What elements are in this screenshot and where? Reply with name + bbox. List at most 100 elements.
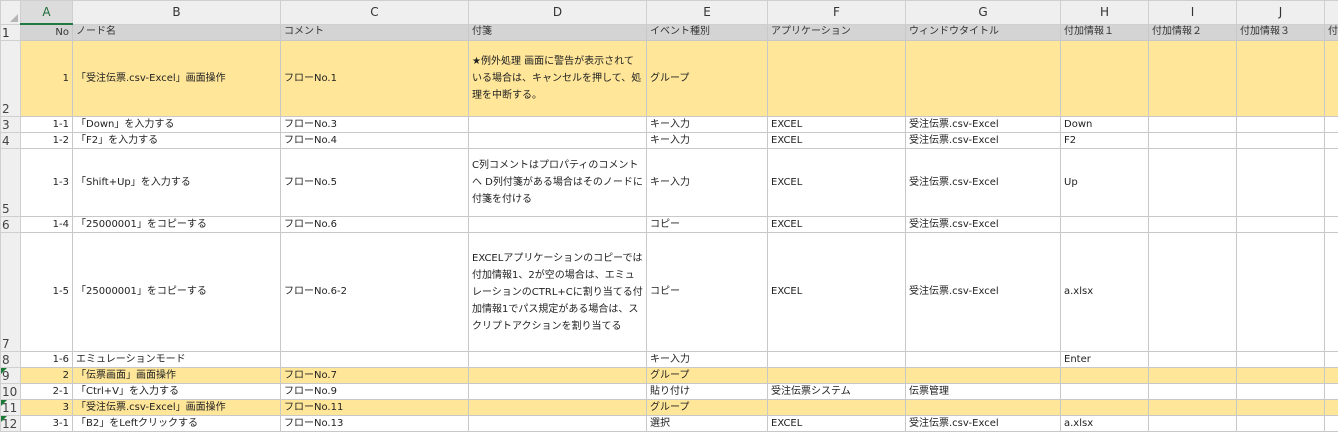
cell-comment[interactable] (280, 351, 469, 368)
cell-event-type[interactable]: グループ (646, 40, 768, 117)
cell-no[interactable]: 1 (20, 40, 73, 117)
cell-memo[interactable]: EXCELアプリケーションのコピーでは 付加情報1、2が空の場合は、エミュレーシ… (468, 232, 647, 352)
cell-info1[interactable] (1060, 399, 1149, 416)
cell-application[interactable] (767, 351, 906, 368)
cell-memo[interactable]: ★例外処理 画面に警告が表示されている場合は、キャンセルを押して、処理を中断する… (468, 40, 647, 117)
row-header[interactable]: 7 (0, 232, 21, 352)
cell-memo[interactable] (468, 116, 647, 133)
cell-overflow[interactable] (1324, 40, 1338, 117)
cell-window-title[interactable] (905, 367, 1061, 384)
cell-info3[interactable] (1236, 216, 1325, 233)
cell-node-name[interactable]: 「Shift+Up」を入力する (72, 148, 281, 217)
cell-info2[interactable] (1148, 132, 1237, 149)
row-header[interactable]: 6 (0, 216, 21, 233)
cell-overflow[interactable] (1324, 367, 1338, 384)
cell-event-type[interactable]: グループ (646, 399, 768, 416)
cell-no[interactable]: 2-1 (20, 383, 73, 400)
cell-window-title[interactable] (905, 399, 1061, 416)
header-cell-memo[interactable]: 付箋 (468, 23, 647, 41)
cell-no[interactable]: 1-4 (20, 216, 73, 233)
column-header-j[interactable]: J (1236, 0, 1325, 25)
column-header-e[interactable]: E (646, 0, 768, 25)
cell-info1[interactable] (1060, 216, 1149, 233)
row-header[interactable]: 11 (0, 399, 21, 416)
cell-overflow[interactable] (1324, 232, 1338, 352)
cell-comment[interactable]: フローNo.7 (280, 367, 469, 384)
cell-no[interactable]: 1-2 (20, 132, 73, 149)
select-all-corner[interactable] (0, 0, 21, 25)
cell-overflow[interactable] (1324, 351, 1338, 368)
cell-overflow[interactable] (1324, 383, 1338, 400)
cell-info1[interactable]: Up (1060, 148, 1149, 217)
cell-info1[interactable]: a.xlsx (1060, 415, 1149, 432)
cell-event-type[interactable]: キー入力 (646, 132, 768, 149)
column-header-c[interactable]: C (280, 0, 469, 25)
cell-memo[interactable] (468, 367, 647, 384)
header-cell-no[interactable]: No (20, 23, 73, 41)
cell-no[interactable]: 1-6 (20, 351, 73, 368)
cell-node-name[interactable]: 「F2」を入力する (72, 132, 281, 149)
column-header-b[interactable]: B (72, 0, 281, 25)
cell-info2[interactable] (1148, 148, 1237, 217)
cell-window-title[interactable] (905, 351, 1061, 368)
cell-window-title[interactable]: 受注伝票.csv-Excel (905, 415, 1061, 432)
cell-node-name[interactable]: 「Ctrl+V」を入力する (72, 383, 281, 400)
cell-node-name[interactable]: 「25000001」をコピーする (72, 216, 281, 233)
header-cell-info1[interactable]: 付加情報１ (1060, 23, 1149, 41)
cell-node-name[interactable]: 「受注伝票.csv-Excel」画面操作 (72, 399, 281, 416)
cell-overflow[interactable] (1324, 116, 1338, 133)
row-header[interactable]: 1 (0, 23, 21, 41)
cell-node-name[interactable]: 「伝票画面」画面操作 (72, 367, 281, 384)
cell-overflow[interactable] (1324, 132, 1338, 149)
cell-info3[interactable] (1236, 367, 1325, 384)
cell-overflow[interactable] (1324, 216, 1338, 233)
cell-comment[interactable]: フローNo.3 (280, 116, 469, 133)
column-header-d[interactable]: D (468, 0, 647, 25)
cell-application[interactable]: EXCEL (767, 232, 906, 352)
cell-application[interactable] (767, 40, 906, 117)
cell-info3[interactable] (1236, 116, 1325, 133)
cell-memo[interactable] (468, 216, 647, 233)
cell-info1[interactable]: Enter (1060, 351, 1149, 368)
row-header[interactable]: 8 (0, 351, 21, 368)
header-cell-node-name[interactable]: ノード名 (72, 23, 281, 41)
cell-comment[interactable]: フローNo.6-2 (280, 232, 469, 352)
header-cell-info2[interactable]: 付加情報２ (1148, 23, 1237, 41)
cell-window-title[interactable] (905, 40, 1061, 117)
cell-info2[interactable] (1148, 367, 1237, 384)
cell-event-type[interactable]: グループ (646, 367, 768, 384)
cell-no[interactable]: 2 (20, 367, 73, 384)
cell-memo[interactable] (468, 399, 647, 416)
cell-info2[interactable] (1148, 40, 1237, 117)
cell-info3[interactable] (1236, 40, 1325, 117)
row-header[interactable]: 12 (0, 415, 21, 432)
cell-info1[interactable] (1060, 367, 1149, 384)
cell-info3[interactable] (1236, 232, 1325, 352)
cell-info1[interactable] (1060, 383, 1149, 400)
cell-window-title[interactable]: 受注伝票.csv-Excel (905, 116, 1061, 133)
cell-memo[interactable] (468, 351, 647, 368)
column-header-k[interactable] (1324, 0, 1338, 25)
cell-comment[interactable]: フローNo.1 (280, 40, 469, 117)
cell-comment[interactable]: フローNo.11 (280, 399, 469, 416)
cell-memo[interactable] (468, 415, 647, 432)
cell-info2[interactable] (1148, 351, 1237, 368)
cell-overflow[interactable] (1324, 415, 1338, 432)
column-header-i[interactable]: I (1148, 0, 1237, 25)
row-header[interactable]: 5 (0, 148, 21, 217)
cell-comment[interactable]: フローNo.9 (280, 383, 469, 400)
cell-no[interactable]: 3 (20, 399, 73, 416)
header-cell-overflow[interactable]: 付 (1324, 23, 1338, 41)
header-cell-comment[interactable]: コメント (280, 23, 469, 41)
cell-event-type[interactable]: コピー (646, 232, 768, 352)
column-header-a[interactable]: A (20, 0, 73, 25)
cell-window-title[interactable]: 受注伝票.csv-Excel (905, 216, 1061, 233)
cell-event-type[interactable]: キー入力 (646, 351, 768, 368)
cell-window-title[interactable]: 受注伝票.csv-Excel (905, 148, 1061, 217)
cell-application[interactable]: 受注伝票システム (767, 383, 906, 400)
cell-event-type[interactable]: 選択 (646, 415, 768, 432)
cell-info1[interactable]: Down (1060, 116, 1149, 133)
cell-comment[interactable]: フローNo.5 (280, 148, 469, 217)
cell-overflow[interactable] (1324, 148, 1338, 217)
cell-window-title[interactable]: 受注伝票.csv-Excel (905, 232, 1061, 352)
